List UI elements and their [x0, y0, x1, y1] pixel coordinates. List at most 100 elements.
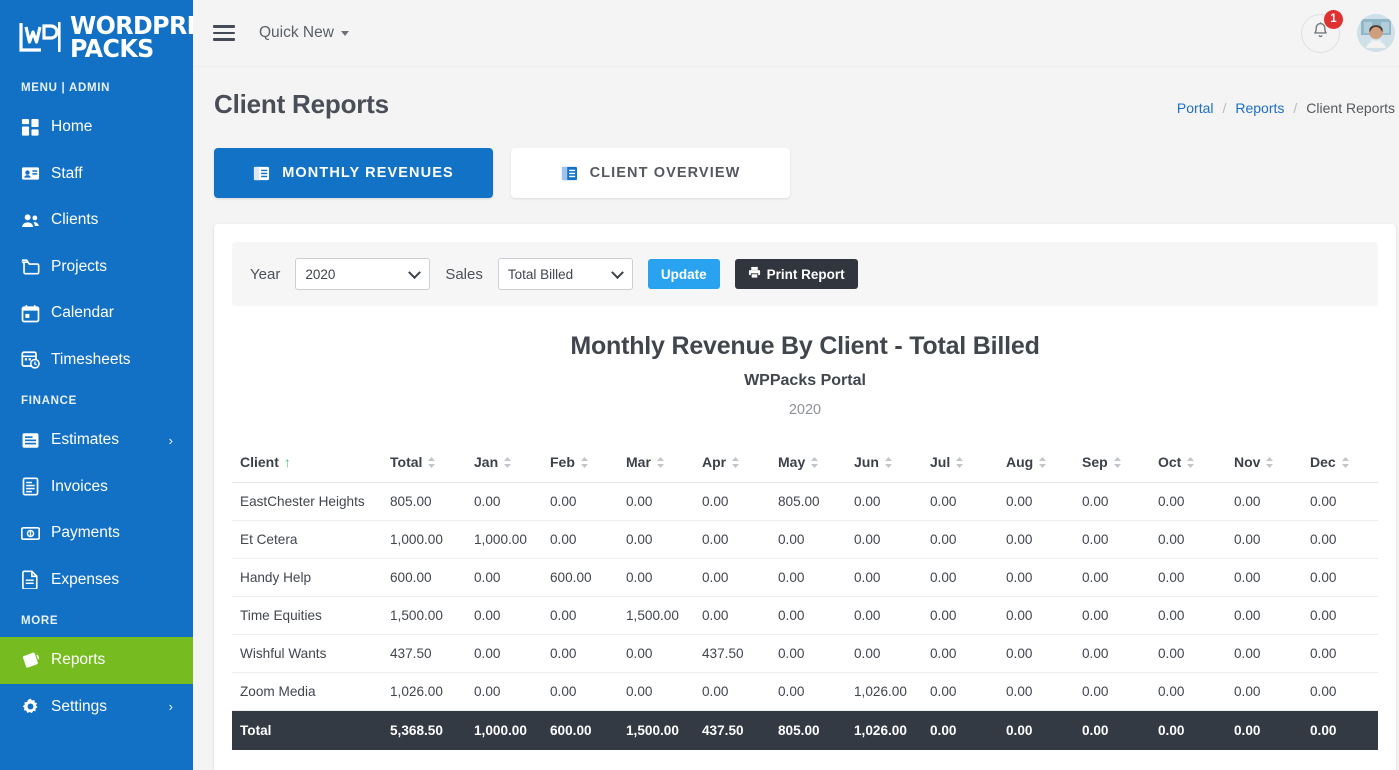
column-header-label: Aug — [1006, 454, 1033, 470]
chevron-down-icon — [341, 31, 349, 36]
sort-icon[interactable] — [427, 456, 436, 469]
cell-total-oct: 0.00 — [1150, 711, 1226, 751]
table-header-row: Client↑ Total JanFebMar Apr MayJunJul Aug SepO… — [232, 444, 1378, 483]
breadcrumb-item-portal[interactable]: Portal — [1177, 100, 1214, 116]
column-header-sep[interactable]: Sep — [1074, 444, 1150, 483]
cell-total-dec: 0.00 — [1302, 711, 1378, 751]
sidebar-item-home[interactable]: Home — [0, 104, 193, 151]
sort-icon[interactable] — [1265, 456, 1274, 469]
reports-icon — [21, 651, 51, 670]
brand-logo[interactable]: WORDPRESS PACKS — [0, 0, 193, 70]
sort-icon[interactable] — [731, 456, 740, 469]
column-header-jul[interactable]: Jul — [922, 444, 998, 483]
tab-monthly-revenues[interactable]: MONTHLY REVENUES — [214, 148, 493, 198]
cell-jun: 0.00 — [846, 483, 922, 521]
column-header-oct[interactable]: Oct — [1150, 444, 1226, 483]
sidebar-item-invoices[interactable]: Invoices — [0, 464, 193, 511]
sidebar-item-payments[interactable]: Payments — [0, 510, 193, 557]
column-header-mar[interactable]: Mar — [618, 444, 694, 483]
sidebar-item-staff[interactable]: Staff — [0, 151, 193, 198]
cell-apr: 437.50 — [694, 635, 770, 673]
update-button[interactable]: Update — [648, 259, 720, 289]
cell-feb: 600.00 — [542, 559, 618, 597]
cell-client: Handy Help — [232, 559, 382, 597]
sort-icon[interactable] — [503, 456, 512, 469]
cell-jul: 0.00 — [922, 635, 998, 673]
column-header-nov[interactable]: Nov — [1226, 444, 1302, 483]
sidebar-item-timesheets[interactable]: Timesheets — [0, 337, 193, 384]
column-header-apr[interactable]: Apr — [694, 444, 770, 483]
sort-icon[interactable] — [1186, 456, 1195, 469]
table-row[interactable]: EastChester Heights805.000.000.000.000.0… — [232, 483, 1378, 521]
column-header-dec[interactable]: Dec — [1302, 444, 1378, 483]
cell-sep: 0.00 — [1074, 559, 1150, 597]
table-row[interactable]: Wishful Wants437.500.000.000.00437.500.0… — [232, 635, 1378, 673]
cell-sep: 0.00 — [1074, 483, 1150, 521]
sort-icon[interactable] — [656, 456, 665, 469]
sidebar-item-clients[interactable]: Clients — [0, 197, 193, 244]
sort-icon[interactable] — [1038, 456, 1047, 469]
cell-total: 600.00 — [382, 559, 466, 597]
sort-icon[interactable] — [884, 456, 893, 469]
cell-feb: 0.00 — [542, 597, 618, 635]
sort-ascending-icon[interactable]: ↑ — [284, 455, 291, 469]
print-report-button[interactable]: Print Report — [735, 259, 858, 289]
column-header-jan[interactable]: Jan — [466, 444, 542, 483]
tab-client-overview[interactable]: CLIENT OVERVIEW — [511, 148, 790, 198]
hamburger-icon[interactable] — [213, 21, 235, 45]
year-select[interactable]: 202020192018 — [295, 258, 430, 290]
sidebar-item-expenses[interactable]: Expenses — [0, 557, 193, 604]
cell-client: Wishful Wants — [232, 635, 382, 673]
sort-icon[interactable] — [1341, 456, 1350, 469]
table-row[interactable]: Zoom Media1,026.000.000.000.000.000.001,… — [232, 673, 1378, 711]
notifications-button[interactable]: 1 — [1301, 14, 1340, 53]
cell-total-apr: 437.50 — [694, 711, 770, 751]
cell-nov: 0.00 — [1226, 597, 1302, 635]
cell-nov: 0.00 — [1226, 673, 1302, 711]
avatar[interactable] — [1357, 14, 1395, 52]
column-header-client[interactable]: Client↑ — [232, 444, 382, 483]
column-header-aug[interactable]: Aug — [998, 444, 1074, 483]
sidebar-item-calendar[interactable]: Calendar — [0, 290, 193, 337]
column-header-label: Apr — [702, 454, 726, 470]
cell-may: 0.00 — [770, 521, 846, 559]
cell-jan: 1,000.00 — [466, 521, 542, 559]
quick-new-dropdown[interactable]: Quick New — [259, 24, 349, 42]
column-header-feb[interactable]: Feb — [542, 444, 618, 483]
cell-mar: 0.00 — [618, 635, 694, 673]
sidebar-item-label-settings: Settings — [51, 698, 169, 716]
breadcrumb-item-reports[interactable]: Reports — [1235, 100, 1284, 116]
cell-sep: 0.00 — [1074, 597, 1150, 635]
column-header-may[interactable]: May — [770, 444, 846, 483]
cell-jun: 1,026.00 — [846, 673, 922, 711]
cell-aug: 0.00 — [998, 673, 1074, 711]
column-header-total[interactable]: Total — [382, 444, 466, 483]
column-header-jun[interactable]: Jun — [846, 444, 922, 483]
cell-total-sep: 0.00 — [1074, 711, 1150, 751]
chevron-right-icon: › — [169, 433, 173, 448]
sort-icon[interactable] — [1113, 456, 1122, 469]
cell-jan: 0.00 — [466, 483, 542, 521]
cell-may: 0.00 — [770, 559, 846, 597]
sort-icon[interactable] — [580, 456, 589, 469]
sidebar-item-projects[interactable]: Projects — [0, 244, 193, 291]
table-row[interactable]: Handy Help600.000.00600.000.000.000.000.… — [232, 559, 1378, 597]
sort-icon[interactable] — [810, 456, 819, 469]
sidebar-item-estimates[interactable]: Estimates› — [0, 417, 193, 464]
sort-icon[interactable] — [955, 456, 964, 469]
cell-oct: 0.00 — [1150, 559, 1226, 597]
column-header-label: Dec — [1310, 454, 1336, 470]
cell-jul: 0.00 — [922, 483, 998, 521]
report-header: Monthly Revenue By Client - Total Billed… — [232, 306, 1378, 422]
table-row[interactable]: Et Cetera1,000.001,000.000.000.000.000.0… — [232, 521, 1378, 559]
notification-badge: 1 — [1324, 10, 1343, 29]
sales-select[interactable]: Total BilledTotal Paid — [498, 258, 633, 290]
sidebar-item-settings[interactable]: Settings› — [0, 684, 193, 731]
table-row[interactable]: Time Equities1,500.000.000.001,500.000.0… — [232, 597, 1378, 635]
expense-icon — [21, 570, 51, 589]
column-header-label: Total — [390, 454, 422, 470]
sidebar-item-reports[interactable]: Reports — [0, 637, 193, 684]
wp-logo-icon — [18, 20, 64, 54]
sidebar-item-label-reports: Reports — [51, 651, 193, 669]
cell-total-jun: 1,026.00 — [846, 711, 922, 751]
